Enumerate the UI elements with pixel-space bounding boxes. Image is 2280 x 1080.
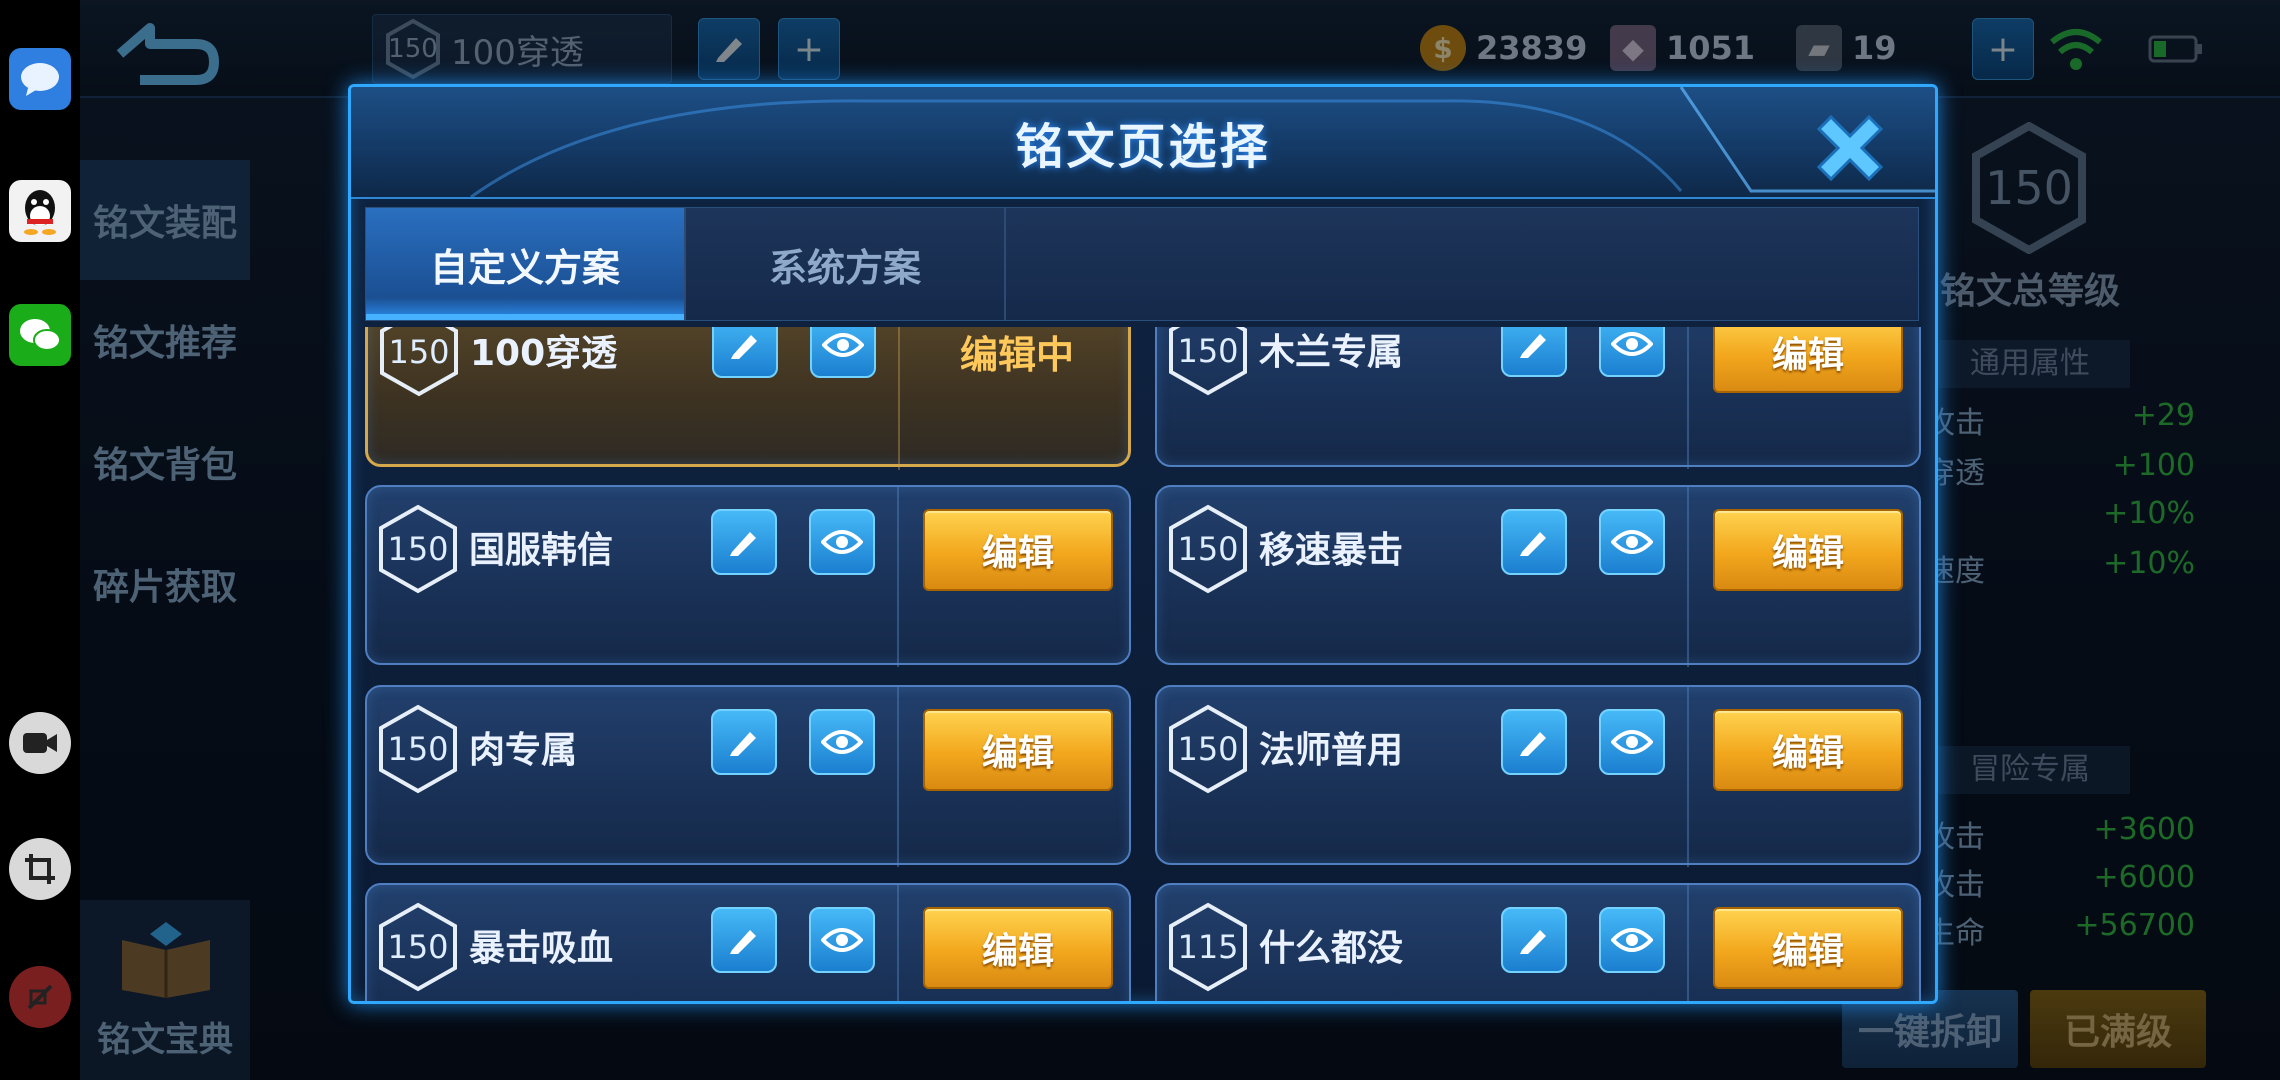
tab-bar: 自定义方案 系统方案	[365, 207, 1919, 321]
eye-icon	[1611, 332, 1653, 356]
eye-icon	[821, 928, 863, 952]
rename-page-button[interactable]	[711, 509, 777, 575]
preview-page-button[interactable]	[809, 509, 875, 575]
page-level: 115	[1177, 928, 1239, 966]
page-name: 法师普用	[1259, 730, 1404, 771]
pencil-icon	[731, 335, 757, 359]
rename-page-button[interactable]	[1501, 709, 1567, 775]
rune-page-card[interactable]: 150 国服韩信 编辑	[365, 485, 1131, 667]
page-level: 150	[388, 333, 450, 371]
rune-page-card[interactable]: 115 什么都没 编辑	[1155, 883, 1921, 1001]
edit-button[interactable]: 编辑	[1713, 907, 1903, 989]
edit-button[interactable]: 编辑	[1713, 709, 1903, 791]
rune-page-select-modal: 铭文页选择 自定义方案 系统方案 150 100穿透 编辑中 150 木兰专属 …	[348, 84, 1938, 1004]
card-divider	[1687, 487, 1689, 667]
page-name: 肉专属	[469, 730, 578, 771]
edit-button[interactable]: 编辑	[1713, 327, 1903, 393]
edit-button[interactable]: 编辑	[923, 907, 1113, 989]
card-divider	[1687, 885, 1689, 1001]
rename-page-button[interactable]	[711, 907, 777, 973]
edit-button[interactable]: 编辑	[1713, 509, 1903, 591]
card-divider	[897, 487, 899, 667]
edit-button[interactable]: 编辑	[923, 509, 1113, 591]
page-level: 150	[1177, 530, 1239, 568]
page-name: 木兰专属	[1259, 332, 1404, 373]
rename-page-button[interactable]	[712, 327, 778, 378]
message-app-icon[interactable]	[9, 48, 71, 110]
eye-icon	[821, 530, 863, 554]
rune-page-card[interactable]: 150 木兰专属 编辑	[1155, 327, 1921, 469]
page-name: 100穿透	[470, 333, 618, 374]
tab-custom[interactable]: 自定义方案	[366, 208, 686, 320]
page-level: 150	[1177, 730, 1239, 768]
close-button[interactable]	[1805, 105, 1895, 191]
edit-button[interactable]: 编辑	[923, 709, 1113, 791]
card-divider	[1687, 327, 1689, 469]
page-level: 150	[387, 530, 449, 568]
page-level: 150	[387, 928, 449, 966]
preview-page-button[interactable]	[809, 907, 875, 973]
screen-record-icon[interactable]	[9, 712, 71, 774]
eye-icon	[1611, 730, 1653, 754]
floating-sidebar	[0, 0, 80, 1080]
pencil-icon	[730, 532, 756, 556]
pencil-icon	[1520, 930, 1546, 954]
page-name: 移速暴击	[1259, 530, 1404, 571]
pencil-icon	[1520, 732, 1546, 756]
page-name: 暴击吸血	[469, 928, 614, 969]
page-level: 150	[387, 730, 449, 768]
pencil-icon	[1520, 334, 1546, 358]
page-level: 150	[1177, 332, 1239, 370]
modal-title: 铭文页选择	[1015, 119, 1271, 175]
rename-page-button[interactable]	[711, 709, 777, 775]
card-divider	[1687, 687, 1689, 867]
editing-status: 编辑中	[959, 332, 1074, 377]
rune-page-card[interactable]: 150 肉专属 编辑	[365, 685, 1131, 867]
preview-page-button[interactable]	[810, 327, 876, 378]
rename-page-button[interactable]	[1501, 509, 1567, 575]
card-divider	[897, 885, 899, 1001]
eye-icon	[822, 333, 864, 357]
tab-label: 自定义方案	[429, 245, 620, 290]
pencil-icon	[730, 732, 756, 756]
preview-page-button[interactable]	[809, 709, 875, 775]
mute-icon[interactable]	[9, 966, 71, 1028]
eye-icon	[821, 730, 863, 754]
preview-page-button[interactable]	[1599, 709, 1665, 775]
page-name: 国服韩信	[469, 530, 614, 571]
rune-page-list[interactable]: 150 100穿透 编辑中 150 木兰专属 编辑 150 国服韩信 编辑 15…	[351, 327, 1935, 1001]
crop-icon[interactable]	[9, 838, 71, 900]
preview-page-button[interactable]	[1599, 509, 1665, 575]
rename-page-button[interactable]	[1501, 907, 1567, 973]
eye-icon	[1611, 928, 1653, 952]
card-divider	[898, 327, 900, 470]
tab-system[interactable]: 系统方案	[686, 208, 1006, 320]
wechat-app-icon[interactable]	[9, 304, 71, 366]
qq-app-icon[interactable]	[9, 180, 71, 242]
rune-page-card[interactable]: 150 100穿透 编辑中	[365, 327, 1131, 470]
preview-page-button[interactable]	[1599, 907, 1665, 973]
card-divider	[897, 687, 899, 867]
pencil-icon	[730, 930, 756, 954]
rune-page-card[interactable]: 150 暴击吸血 编辑	[365, 883, 1131, 1001]
pencil-icon	[1520, 532, 1546, 556]
page-name: 什么都没	[1259, 928, 1404, 969]
eye-icon	[1611, 530, 1653, 554]
tab-label: 系统方案	[768, 245, 921, 290]
rune-page-card[interactable]: 150 法师普用 编辑	[1155, 685, 1921, 867]
rename-page-button[interactable]	[1501, 327, 1567, 377]
rune-page-card[interactable]: 150 移速暴击 编辑	[1155, 485, 1921, 667]
preview-page-button[interactable]	[1599, 327, 1665, 377]
close-icon	[1816, 114, 1884, 182]
